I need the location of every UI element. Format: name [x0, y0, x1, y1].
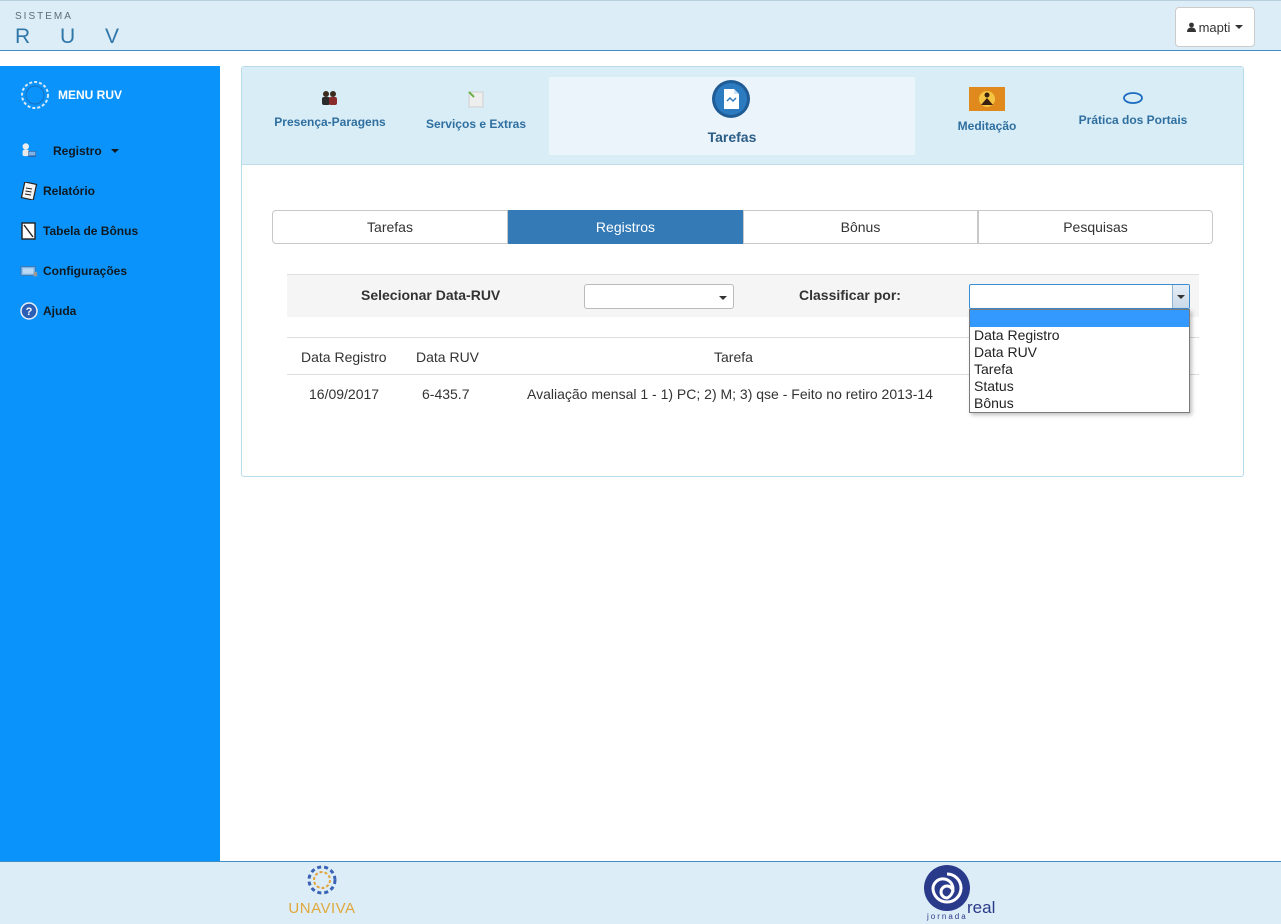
- jornada-real-logo: real jornada: [923, 864, 1003, 922]
- sidebar-item-ajuda[interactable]: ? Ajuda: [20, 302, 76, 320]
- top-header: SISTEMA R U V mapti: [0, 0, 1281, 51]
- report-icon: [20, 182, 38, 200]
- column-header-data-ruv: Data RUV: [416, 349, 480, 365]
- sort-option-status[interactable]: Status: [970, 378, 1189, 395]
- sidebar: MENU RUV Registro Relatório Tabela de Bô…: [0, 66, 220, 861]
- nav-item-label: Prática dos Portais: [1078, 113, 1188, 127]
- table-icon: [20, 222, 38, 240]
- user-computer-icon: [20, 142, 38, 160]
- brand-title: R U V: [15, 25, 132, 48]
- sort-dropdown-list: Data Registro Data RUV Tarefa Status Bôn…: [969, 309, 1190, 413]
- user-menu-button[interactable]: mapti: [1175, 7, 1255, 47]
- sort-option-data-registro[interactable]: Data Registro: [970, 327, 1189, 344]
- unaviva-logo: UNAVIVA: [287, 864, 357, 917]
- tab-registros[interactable]: Registros: [508, 210, 743, 244]
- cell-data-ruv: 6-435.7: [422, 386, 470, 402]
- chevron-down-icon: [1177, 295, 1185, 299]
- sidebar-item-tabela-bonus[interactable]: Tabela de Bônus: [20, 222, 138, 240]
- sort-select-toggle[interactable]: [1172, 285, 1189, 308]
- sidebar-item-label: Configurações: [43, 264, 128, 278]
- date-select-label: Selecionar Data-RUV: [361, 287, 501, 303]
- sort-option-data-ruv[interactable]: Data RUV: [970, 344, 1189, 361]
- sidebar-title: MENU RUV: [20, 80, 122, 110]
- sort-select-label: Classificar por:: [799, 287, 901, 303]
- column-header-tarefa: Tarefa: [714, 349, 753, 365]
- nav-item-label: Meditação: [957, 119, 1017, 133]
- document-icon: [712, 80, 750, 118]
- sidebar-item-registro[interactable]: Registro: [20, 142, 119, 160]
- settings-icon: [20, 262, 38, 280]
- chevron-down-icon: [1235, 25, 1244, 29]
- footer: UNAVIVA real jornada: [0, 861, 1281, 924]
- nav-item-meditacao[interactable]: Meditação: [942, 87, 1032, 133]
- brand-subtitle: SISTEMA: [15, 11, 73, 22]
- jornada-real-logo-subtext: jornada: [927, 912, 968, 921]
- nav-item-label: Presença-Paragens: [274, 115, 386, 129]
- module-nav: Presença-Paragens Serviços e Extras Tare…: [242, 67, 1243, 165]
- nav-item-presenca-paragens[interactable]: Presença-Paragens: [272, 89, 388, 129]
- sort-select[interactable]: [969, 284, 1190, 309]
- chevron-down-icon: [110, 149, 119, 153]
- menu-ruv-logo-icon: [21, 81, 49, 109]
- help-icon: ?: [20, 302, 38, 320]
- user-name: mapti: [1198, 19, 1231, 35]
- column-header-data-registro: Data Registro: [301, 349, 387, 365]
- tab-tarefas[interactable]: Tarefas: [272, 210, 508, 244]
- nav-item-servicos-extras[interactable]: Serviços e Extras: [424, 89, 528, 131]
- svg-text:?: ?: [26, 306, 33, 318]
- sort-option-bonus[interactable]: Bônus: [970, 395, 1189, 412]
- sidebar-item-label: Tabela de Bônus: [43, 224, 139, 238]
- jornada-real-logo-text: real: [967, 898, 996, 917]
- tab-pesquisas[interactable]: Pesquisas: [978, 210, 1213, 244]
- sidebar-item-relatorio[interactable]: Relatório: [20, 182, 95, 200]
- sidebar-title-label: MENU RUV: [58, 88, 123, 102]
- meditation-icon: [969, 87, 1005, 111]
- services-icon: [468, 91, 484, 108]
- nav-item-pratica-portais[interactable]: Prática dos Portais: [1072, 91, 1194, 127]
- nav-item-label: Tarefas: [707, 129, 757, 145]
- sidebar-item-label: Registro: [53, 144, 102, 158]
- sort-option-empty[interactable]: [970, 310, 1189, 327]
- user-icon: [1186, 22, 1196, 32]
- unaviva-mandala-icon: [307, 865, 337, 895]
- sidebar-item-label: Ajuda: [43, 304, 77, 318]
- sidebar-item-configuracoes[interactable]: Configurações: [20, 262, 127, 280]
- tab-bar: Tarefas Registros Bônus Pesquisas: [272, 210, 1213, 244]
- cell-data-registro: 16/09/2017: [309, 386, 380, 402]
- chevron-down-icon: [719, 296, 727, 300]
- main-panel: Presença-Paragens Serviços e Extras Tare…: [241, 66, 1244, 477]
- cell-tarefa: Avaliação mensal 1 - 1) PC; 2) M; 3) qse…: [527, 386, 933, 402]
- sort-option-tarefa[interactable]: Tarefa: [970, 361, 1189, 378]
- nav-item-tarefas[interactable]: Tarefas: [549, 77, 915, 155]
- people-icon: [322, 91, 337, 105]
- nav-item-label: Serviços e Extras: [425, 117, 527, 131]
- date-ruv-select[interactable]: [584, 284, 734, 309]
- sidebar-item-label: Relatório: [43, 184, 96, 198]
- unaviva-logo-text: UNAVIVA: [288, 900, 356, 917]
- portal-icon: [1123, 92, 1143, 104]
- tab-bonus[interactable]: Bônus: [743, 210, 978, 244]
- jornada-real-spiral-icon: [924, 865, 970, 911]
